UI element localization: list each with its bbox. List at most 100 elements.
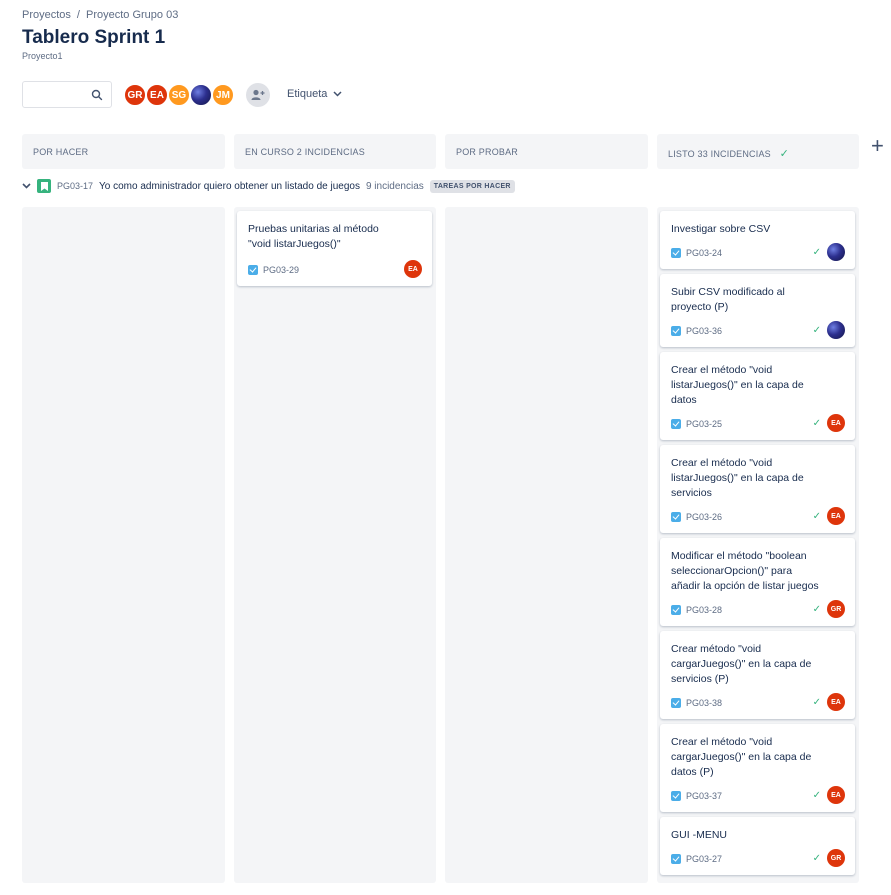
breadcrumb: Proyectos / Proyecto Grupo 03 [22, 9, 178, 21]
swimlane-key[interactable]: PG03-17 [57, 181, 93, 191]
task-icon [671, 605, 681, 615]
card-summary: Crear el método "void listarJuegos()" en… [671, 457, 804, 499]
column-title: POR PROBAR [456, 147, 519, 157]
card-key: PG03-29 [263, 265, 300, 275]
avatar-sg[interactable]: SG [167, 83, 191, 107]
task-icon [671, 419, 681, 429]
issue-card[interactable]: Subir CSV modificado al proyecto (P) PG0… [660, 274, 855, 347]
card-summary: Modificar el método "boolean seleccionar… [671, 550, 819, 592]
avatar[interactable]: EA [827, 693, 845, 711]
card-footer: PG03-38 [671, 698, 722, 708]
card-footer: PG03-25 [671, 419, 722, 429]
issue-card[interactable]: Crear el método "void cargarJuegos()" en… [660, 724, 855, 812]
swimlane-header[interactable]: PG03-17 Yo como administrador quiero obt… [22, 179, 515, 193]
avatar-image[interactable] [189, 83, 213, 107]
check-icon: ✓ [779, 148, 789, 160]
column-header-done: LISTO 33 INCIDENCIAS ✓ [657, 134, 859, 169]
card-footer: PG03-37 [671, 791, 722, 801]
add-column-button[interactable]: + [871, 135, 884, 157]
avatar[interactable]: EA [404, 260, 422, 278]
column-header-todo: POR HACER [22, 134, 225, 169]
status-badge: TAREAS POR HACER [429, 179, 515, 193]
story-icon [37, 179, 51, 193]
add-people-button[interactable] [246, 83, 270, 107]
avatar[interactable]: GR [827, 849, 845, 867]
breadcrumb-separator: / [76, 9, 80, 21]
swimlane-summary: Yo como administrador quiero obtener un … [99, 180, 360, 192]
done-check-icon: ✓ [812, 510, 821, 522]
column-title: EN CURSO 2 INCIDENCIAS [245, 147, 365, 157]
avatar[interactable]: EA [827, 507, 845, 525]
avatar[interactable]: EA [827, 414, 845, 432]
avatar[interactable] [827, 321, 845, 339]
card-key: PG03-26 [686, 512, 723, 522]
search-icon [91, 89, 103, 101]
done-check-icon: ✓ [812, 417, 821, 429]
card-key: PG03-25 [686, 419, 723, 429]
issue-card[interactable]: Pruebas unitarias al método "void listar… [237, 211, 432, 286]
card-footer: PG03-29 [248, 265, 299, 275]
column-done: Investigar sobre CSV PG03-24 ✓ Subir CSV… [657, 207, 859, 883]
avatar-ea[interactable]: EA [145, 83, 169, 107]
done-check-icon: ✓ [812, 852, 821, 864]
avatar-gr[interactable]: GR [123, 83, 147, 107]
card-footer: PG03-28 [671, 605, 722, 615]
card-summary: Investigar sobre CSV [671, 223, 771, 235]
done-check-icon: ✓ [812, 789, 821, 801]
done-check-icon: ✓ [812, 246, 821, 258]
chevron-down-icon [333, 91, 342, 97]
card-footer: PG03-36 [671, 326, 722, 336]
column-to-test [445, 207, 648, 883]
assignee-avatars: GR EA SG JM [123, 83, 235, 107]
avatar[interactable]: GR [827, 600, 845, 618]
issue-card[interactable]: Crear el método "void listarJuegos()" en… [660, 352, 855, 440]
column-header-to-test: POR PROBAR [445, 134, 648, 169]
issue-card[interactable]: Crear método "void cargarJuegos()" en la… [660, 631, 855, 719]
search-input[interactable] [22, 81, 112, 108]
card-summary: Crear el método "void listarJuegos()" en… [671, 364, 804, 406]
done-check-icon: ✓ [812, 603, 821, 615]
task-icon [671, 512, 681, 522]
card-footer: PG03-24 [671, 248, 722, 258]
done-check-icon: ✓ [812, 324, 821, 336]
card-summary: Crear método "void cargarJuegos()" en la… [671, 643, 812, 685]
column-todo [22, 207, 225, 883]
task-icon [671, 248, 681, 258]
card-summary: GUI -MENU [671, 829, 727, 841]
card-footer: PG03-27 [671, 854, 722, 864]
breadcrumb-projects[interactable]: Proyectos [22, 9, 71, 21]
issue-card[interactable]: Investigar sobre CSV PG03-24 ✓ [660, 211, 855, 269]
issue-card[interactable]: GUI -MENU PG03-27 ✓ GR [660, 817, 855, 875]
breadcrumb-project[interactable]: Proyecto Grupo 03 [86, 9, 178, 21]
chevron-down-icon[interactable] [22, 183, 31, 189]
issue-card[interactable]: Modificar el método "boolean seleccionar… [660, 538, 855, 626]
card-key: PG03-27 [686, 854, 723, 864]
issue-card[interactable]: Crear el método "void listarJuegos()" en… [660, 445, 855, 533]
card-key: PG03-37 [686, 791, 723, 801]
label-filter-dropdown[interactable]: Etiqueta [287, 88, 342, 100]
column-in-progress: Pruebas unitarias al método "void listar… [234, 207, 436, 883]
task-icon [671, 326, 681, 336]
card-key: PG03-24 [686, 248, 723, 258]
avatar[interactable]: EA [827, 786, 845, 804]
card-summary: Pruebas unitarias al método "void listar… [248, 223, 379, 250]
card-summary: Subir CSV modificado al proyecto (P) [671, 286, 785, 313]
column-title: POR HACER [33, 147, 89, 157]
done-check-icon: ✓ [812, 696, 821, 708]
label-filter-label: Etiqueta [287, 88, 328, 100]
avatar-jm[interactable]: JM [211, 83, 235, 107]
task-icon [671, 854, 681, 864]
card-footer: PG03-26 [671, 512, 722, 522]
card-key: PG03-28 [686, 605, 723, 615]
task-icon [671, 791, 681, 801]
add-user-icon [251, 89, 265, 100]
card-summary: Crear el método "void cargarJuegos()" en… [671, 736, 812, 778]
page-title: Tablero Sprint 1 [22, 27, 166, 48]
page-subtitle: Proyecto1 [22, 51, 63, 61]
column-header-in-progress: EN CURSO 2 INCIDENCIAS [234, 134, 436, 169]
avatar[interactable] [827, 243, 845, 261]
task-icon [248, 265, 258, 275]
task-icon [671, 698, 681, 708]
column-title: LISTO 33 INCIDENCIAS [668, 149, 771, 159]
card-key: PG03-36 [686, 326, 723, 336]
